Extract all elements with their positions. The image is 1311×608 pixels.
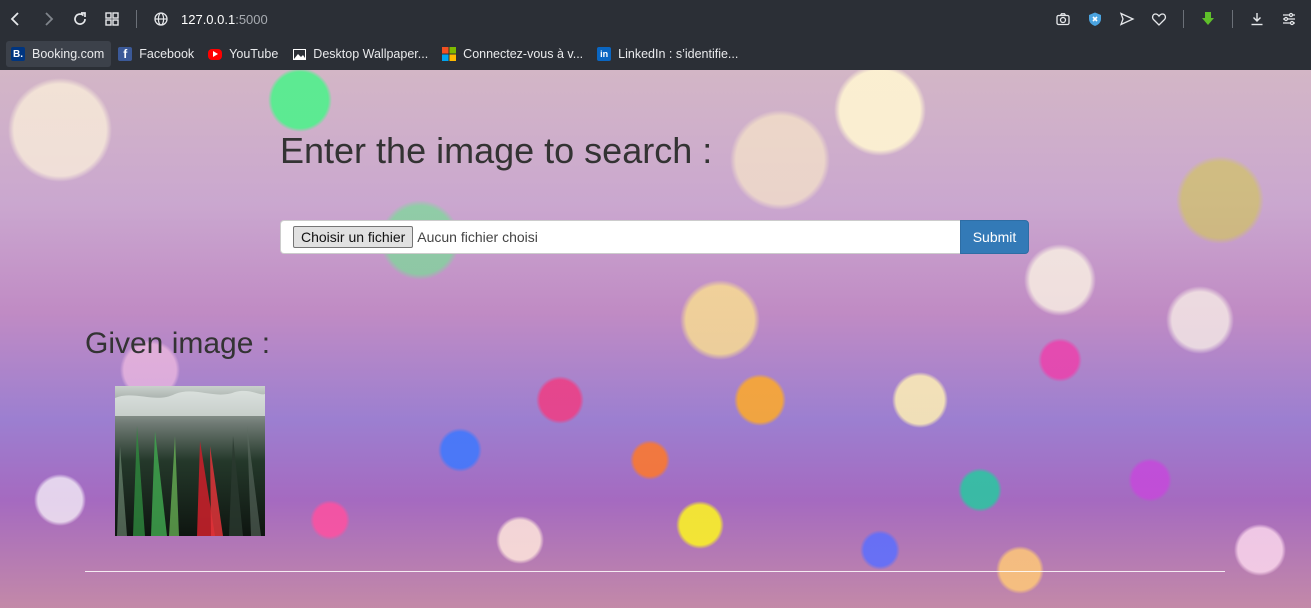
microsoft-icon: [442, 47, 457, 61]
given-image-title: Given image :: [85, 327, 271, 360]
adblock-button[interactable]: [1079, 3, 1111, 35]
bookmark-desktop-wallpaper[interactable]: Desktop Wallpaper...: [287, 41, 435, 67]
bookmark-label: YouTube: [229, 47, 279, 61]
linkedin-icon: in: [597, 47, 612, 61]
choose-file-button[interactable]: Choisir un fichier: [293, 226, 414, 248]
bookmark-linkedin[interactable]: in LinkedIn : s’identifie...: [592, 41, 745, 67]
toolbar-divider-right: [1183, 10, 1184, 28]
url-port: :5000: [235, 11, 268, 27]
send-icon: [1119, 12, 1135, 26]
easy-setup-button[interactable]: [1273, 3, 1305, 35]
download-arrow-green-icon: [1202, 12, 1214, 25]
given-image: [115, 386, 265, 536]
shield-icon: [1089, 12, 1101, 26]
bookmark-label: Desktop Wallpaper...: [313, 47, 429, 61]
camera-icon: [1056, 13, 1070, 26]
bookmark-booking[interactable]: B. Booking.com: [6, 41, 112, 67]
bookmark-microsoft[interactable]: Connectez-vous à v...: [437, 41, 590, 67]
bookmark-label: Connectez-vous à v...: [463, 47, 584, 61]
heart-icon: [1151, 13, 1167, 26]
address-bar[interactable]: 127.0.0.1:5000: [181, 12, 268, 27]
bookmark-label: Booking.com: [32, 47, 105, 61]
my-flow-button[interactable]: [1143, 3, 1175, 35]
bookmark-label: LinkedIn : s’identifie...: [618, 47, 739, 61]
bookmark-youtube[interactable]: YouTube: [203, 41, 285, 67]
reload-button[interactable]: [64, 3, 96, 35]
reload-icon: [74, 12, 86, 25]
back-button[interactable]: [0, 3, 32, 35]
booking-icon: B.: [11, 47, 25, 61]
bookmarks-bar: B. Booking.com f Facebook YouTube Deskto…: [0, 38, 1311, 70]
grid-icon: [105, 12, 119, 26]
bookmark-label: Facebook: [139, 47, 195, 61]
divider-line: [85, 571, 1225, 572]
forward-button[interactable]: [32, 3, 64, 35]
page-viewport: Enter the image to search : Choisir un f…: [0, 70, 1311, 608]
send-button[interactable]: [1111, 3, 1143, 35]
downloads-button[interactable]: [1241, 3, 1273, 35]
snapshot-button[interactable]: [1047, 3, 1079, 35]
toolbar-right: [1047, 3, 1305, 35]
toolbar-divider-right-2: [1232, 10, 1233, 28]
submit-button[interactable]: Submit: [960, 220, 1029, 254]
image-icon: [292, 47, 306, 61]
page-title: Enter the image to search :: [280, 130, 713, 171]
chevron-left-icon: [10, 12, 19, 26]
upload-form: Choisir un fichier Aucun fichier choisi …: [280, 220, 1029, 254]
youtube-icon: [208, 48, 223, 60]
file-input[interactable]: Choisir un fichier Aucun fichier choisi: [280, 220, 960, 254]
bookmark-facebook[interactable]: f Facebook: [113, 41, 201, 67]
url-host: 127.0.0.1: [181, 11, 236, 27]
globe-icon: [154, 12, 168, 26]
toolbar-divider: [136, 10, 137, 28]
settings-sliders-icon: [1283, 12, 1295, 26]
tabs-overview-button[interactable]: [96, 3, 128, 35]
extension-download-button[interactable]: [1192, 3, 1224, 35]
download-icon: [1251, 13, 1263, 26]
file-status-text: Aucun fichier choisi: [417, 229, 538, 245]
facebook-icon: f: [118, 47, 133, 61]
chevron-right-icon: [45, 12, 54, 26]
browser-toolbar: 127.0.0.1:5000: [0, 0, 1311, 38]
site-info-button[interactable]: [145, 3, 177, 35]
